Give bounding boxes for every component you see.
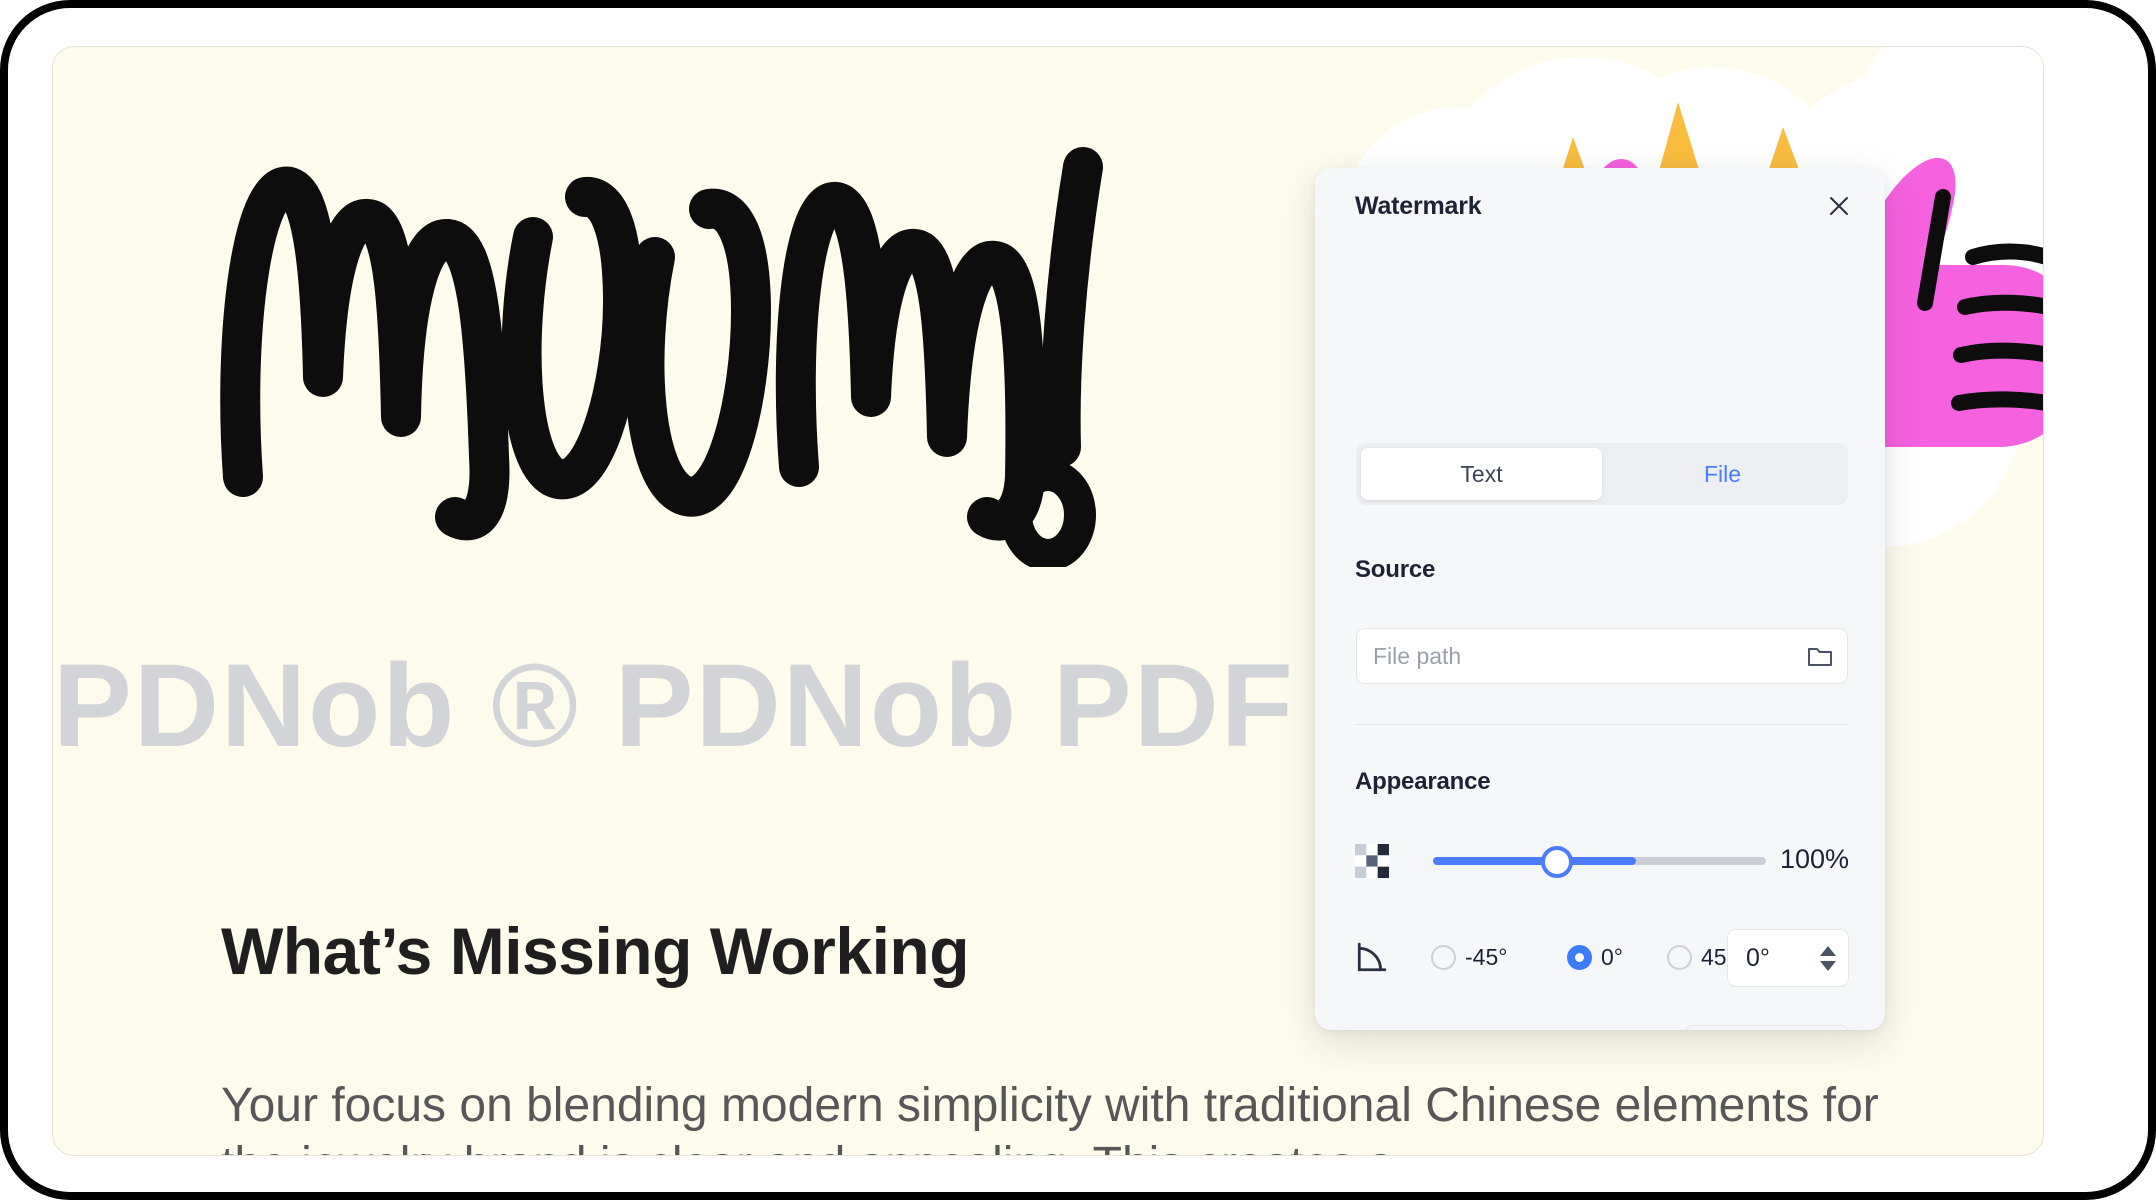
opacity-slider-track[interactable] bbox=[1433, 857, 1766, 865]
radio-indicator bbox=[1667, 945, 1692, 970]
rotation-option-label: -45° bbox=[1465, 944, 1508, 970]
opacity-control-row[interactable]: 100% bbox=[1355, 838, 1855, 886]
rotation-option-label: 0° bbox=[1601, 944, 1623, 970]
rotation-option-zero[interactable]: 0° bbox=[1567, 944, 1623, 971]
rotation-option-neg45[interactable]: -45° bbox=[1431, 944, 1507, 971]
rotation-stepper-arrows[interactable] bbox=[1808, 945, 1848, 971]
absolute-scaling-stepper[interactable] bbox=[1685, 1025, 1849, 1030]
rotation-stepper-input[interactable] bbox=[1728, 942, 1808, 974]
radio-indicator bbox=[1567, 945, 1592, 970]
app-window-frame: PDNob ® PDNob PDF Editor What’s Missing … bbox=[0, 0, 2156, 1200]
opacity-value-label: 100% bbox=[1780, 844, 1850, 874]
document-body-paragraph: Your focus on blending modern simplicity… bbox=[221, 1079, 1879, 1155]
watermark-dialog[interactable]: Watermark Text File Source File path App… bbox=[1315, 168, 1885, 1030]
file-path-input[interactable] bbox=[1357, 642, 1793, 670]
angle-icon bbox=[1357, 942, 1387, 972]
browse-folder-button[interactable] bbox=[1793, 629, 1847, 683]
wow-lettering-graphic bbox=[220, 147, 1103, 567]
rotation-option-pos45[interactable]: 45° bbox=[1667, 944, 1736, 971]
chevron-up-icon[interactable] bbox=[1820, 945, 1836, 956]
section-divider bbox=[1355, 724, 1849, 725]
app-window-inner: PDNob ® PDNob PDF Editor What’s Missing … bbox=[8, 8, 2148, 1192]
opacity-slider-thumb[interactable] bbox=[1541, 846, 1573, 878]
dialog-title: Watermark bbox=[1355, 192, 1482, 220]
close-button[interactable] bbox=[1821, 188, 1857, 224]
document-heading: What’s Missing Working bbox=[221, 914, 970, 988]
folder-icon bbox=[1808, 648, 1832, 666]
dialog-header: Watermark bbox=[1315, 168, 1885, 240]
chevron-down-icon[interactable] bbox=[1820, 960, 1836, 971]
source-section-label: Source bbox=[1355, 556, 1436, 583]
checkerboard-opacity-icon bbox=[1355, 844, 1389, 878]
watermark-type-tabs[interactable]: Text File bbox=[1356, 443, 1848, 505]
file-path-field[interactable] bbox=[1356, 628, 1848, 684]
appearance-section-label: Appearance bbox=[1355, 768, 1491, 795]
tab-file[interactable]: File bbox=[1602, 448, 1843, 500]
tab-text[interactable]: Text bbox=[1361, 448, 1602, 500]
radio-indicator bbox=[1431, 945, 1456, 970]
opacity-slider-fill bbox=[1433, 857, 1636, 865]
close-icon bbox=[1830, 197, 1848, 215]
rotation-stepper[interactable] bbox=[1727, 929, 1849, 987]
